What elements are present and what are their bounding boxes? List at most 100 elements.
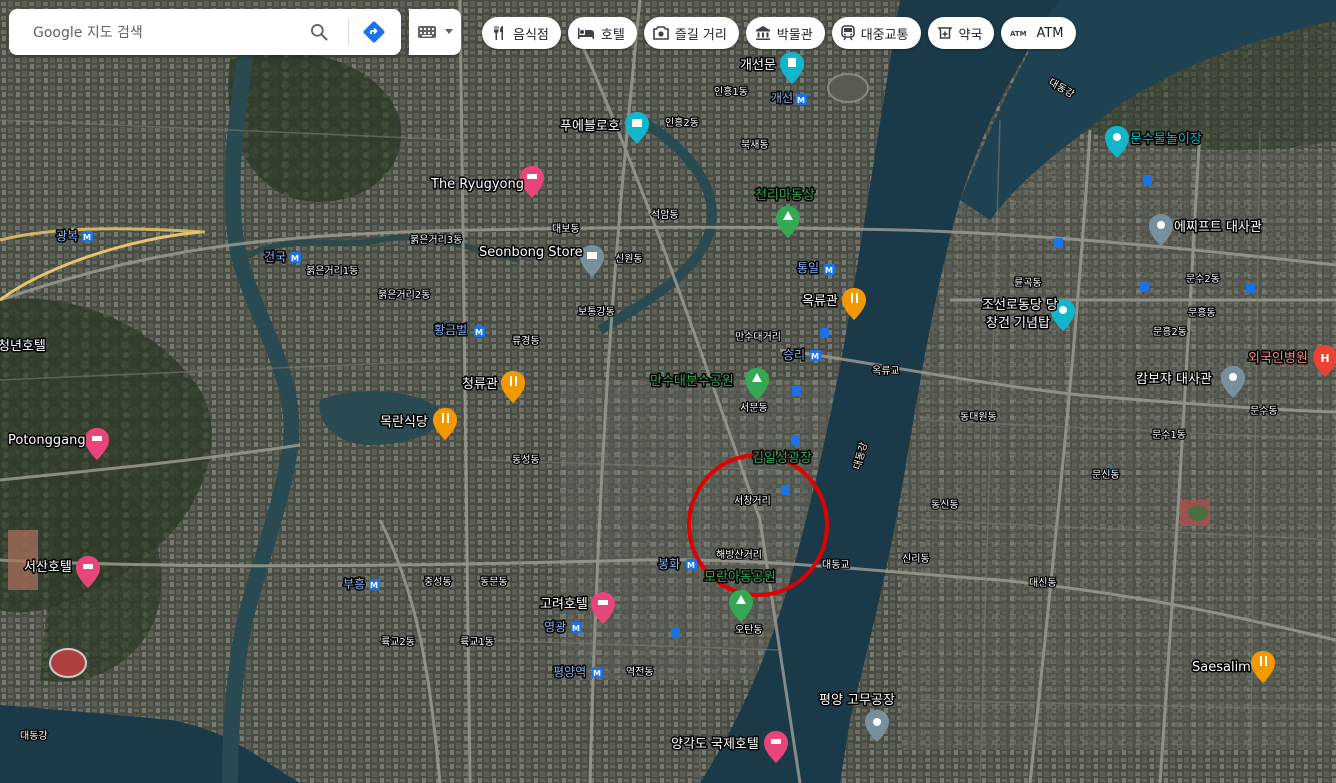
label-kimilsung-sq: 김일성광장	[752, 451, 812, 466]
bus-stop-icon[interactable]	[781, 485, 790, 495]
map-label: 동성동	[512, 454, 540, 466]
map-label: M	[291, 254, 299, 263]
keyboard-icon[interactable]	[417, 25, 437, 39]
map-label: M	[475, 328, 483, 337]
label-potonggang: Potonggang	[8, 433, 86, 448]
map-label: 문수동	[1250, 405, 1278, 417]
label-ethiopia-emb: 에찌프트 대사관	[1174, 220, 1262, 235]
search-icon[interactable]	[306, 19, 332, 45]
map-label: 문수1동	[1152, 429, 1186, 441]
map-label: 봉화	[658, 557, 680, 571]
chip-label: 호텔	[600, 27, 625, 43]
map-label: 인흥1동	[714, 85, 748, 98]
map-label: 동문동	[480, 576, 508, 588]
map-label: 옥류교	[872, 365, 900, 377]
map-label: 대동강	[20, 730, 48, 742]
chip-label: 음식점	[513, 27, 549, 43]
map-label: 건국	[264, 250, 286, 264]
bus-stop-icon[interactable]	[1246, 283, 1255, 293]
chip-museums[interactable]: 박물관	[745, 17, 825, 49]
map-label: 동대원동	[960, 411, 997, 423]
map-label: 신원동	[615, 253, 643, 265]
label-otan-park: 모란아동공원	[704, 570, 776, 585]
map-label: 북새동	[741, 139, 769, 151]
map-label: M	[825, 266, 833, 275]
map-label: 문신동	[1092, 469, 1120, 481]
map-label: 역전동	[626, 666, 654, 678]
map-label: 황금벌	[434, 323, 467, 337]
bed-icon	[577, 28, 594, 39]
bus-stop-icon[interactable]	[791, 435, 800, 445]
bus-stop-icon[interactable]	[671, 628, 680, 638]
category-chips: 음식점 호텔 즐길 거리 박물관 대중교통 약국 ATM ATM	[482, 17, 1076, 49]
chip-label: 즐길 거리	[674, 27, 727, 43]
search-input[interactable]: Google 지도 검색	[33, 22, 306, 42]
chip-things-to-do[interactable]: 즐길 거리	[643, 17, 739, 49]
map-label: 붉은거리2동	[378, 289, 430, 301]
chip-restaurants[interactable]: 음식점	[482, 17, 561, 49]
label-youth-hotel: 청년호텔	[0, 339, 46, 354]
label-okryugwan: 옥류관	[802, 294, 838, 309]
label-munsu-water: 문수물놀이장	[1130, 132, 1202, 147]
map-label: 승리	[783, 348, 805, 362]
chip-transit[interactable]: 대중교통	[831, 17, 921, 49]
atm-icon: ATM	[1010, 30, 1027, 38]
map-label: 영광	[544, 620, 566, 634]
map-label: 통일	[797, 261, 819, 275]
svg-text:ATM: ATM	[1010, 30, 1027, 38]
chip-label: 약국	[958, 27, 983, 43]
label-saesalim: Saesalim	[1192, 660, 1251, 675]
map-label: 평양역	[553, 665, 586, 679]
satellite-map[interactable]: H M M M M M M M M M M The Ryugyong Seonbong St…	[0, 0, 1336, 783]
label-foreign-hospital: 외국인병원	[1248, 351, 1308, 366]
map-label: 석암동	[651, 209, 679, 221]
chevron-down-icon[interactable]	[445, 29, 453, 35]
map-label: M	[572, 624, 580, 633]
label-ryugyong: The Ryugyong	[430, 177, 524, 192]
chip-label: 박물관	[776, 27, 813, 43]
divider	[348, 18, 349, 46]
label-cheongryugwan: 청류관	[462, 377, 498, 392]
map-label: H	[1320, 352, 1329, 365]
chip-pharmacies[interactable]: 약국	[927, 17, 995, 49]
map-label: 서문동	[740, 402, 768, 414]
bus-stop-icon[interactable]	[792, 386, 801, 396]
search-box[interactable]: Google 지도 검색	[9, 9, 401, 55]
map-label: M	[811, 352, 819, 361]
label-moranseokdang: 목란식당	[380, 415, 428, 430]
map-label: 붉은거리3동	[410, 234, 462, 246]
label-cambodia-emb: 캄보쟈 대사관	[1136, 372, 1212, 387]
map-label: 륙교2동	[381, 636, 415, 648]
chip-hotels[interactable]: 호텔	[567, 17, 637, 49]
label-gaeseonmun: 개선문	[740, 58, 776, 73]
label-cheollima: 천리마동상	[755, 188, 815, 203]
map-label: 륜곡동	[1014, 277, 1042, 289]
map-label: 류경동	[512, 334, 540, 347]
map-label: 문흥2동	[1153, 325, 1187, 338]
map-label: 대신동	[1029, 577, 1057, 589]
bus-stop-icon[interactable]	[1140, 282, 1149, 292]
label-koryo-hotel: 고려호텔	[540, 597, 588, 612]
camera-icon	[653, 26, 669, 40]
map-label: 서창거리	[734, 495, 771, 507]
keyboard-toggle[interactable]	[409, 9, 461, 55]
map-label: 문흥동	[1188, 306, 1216, 319]
map-label: M	[687, 561, 695, 570]
label-rubber-factory: 평양 고무공장	[819, 693, 895, 708]
chip-atm[interactable]: ATM ATM	[1001, 17, 1076, 49]
label-seonbong: Seonbong Store	[479, 245, 583, 260]
bus-stop-icon[interactable]	[1143, 175, 1152, 185]
map-label: 문수2동	[1186, 273, 1220, 285]
map-label: 대보동	[552, 223, 580, 235]
map-label: 붉은거리1동	[306, 265, 358, 277]
map-label: 보통강동	[578, 306, 615, 318]
directions-icon[interactable]	[361, 19, 387, 45]
label-seosan-hotel: 서산호텔	[24, 560, 72, 575]
label-pueblo: 푸에블로호	[560, 119, 620, 134]
map-label: M	[593, 669, 601, 678]
map-label: M	[370, 581, 378, 590]
bus-stop-icon[interactable]	[1054, 238, 1063, 248]
map-label: 인흥2동	[665, 116, 699, 129]
bus-stop-icon[interactable]	[820, 328, 829, 338]
map-label: 광복	[56, 229, 78, 243]
